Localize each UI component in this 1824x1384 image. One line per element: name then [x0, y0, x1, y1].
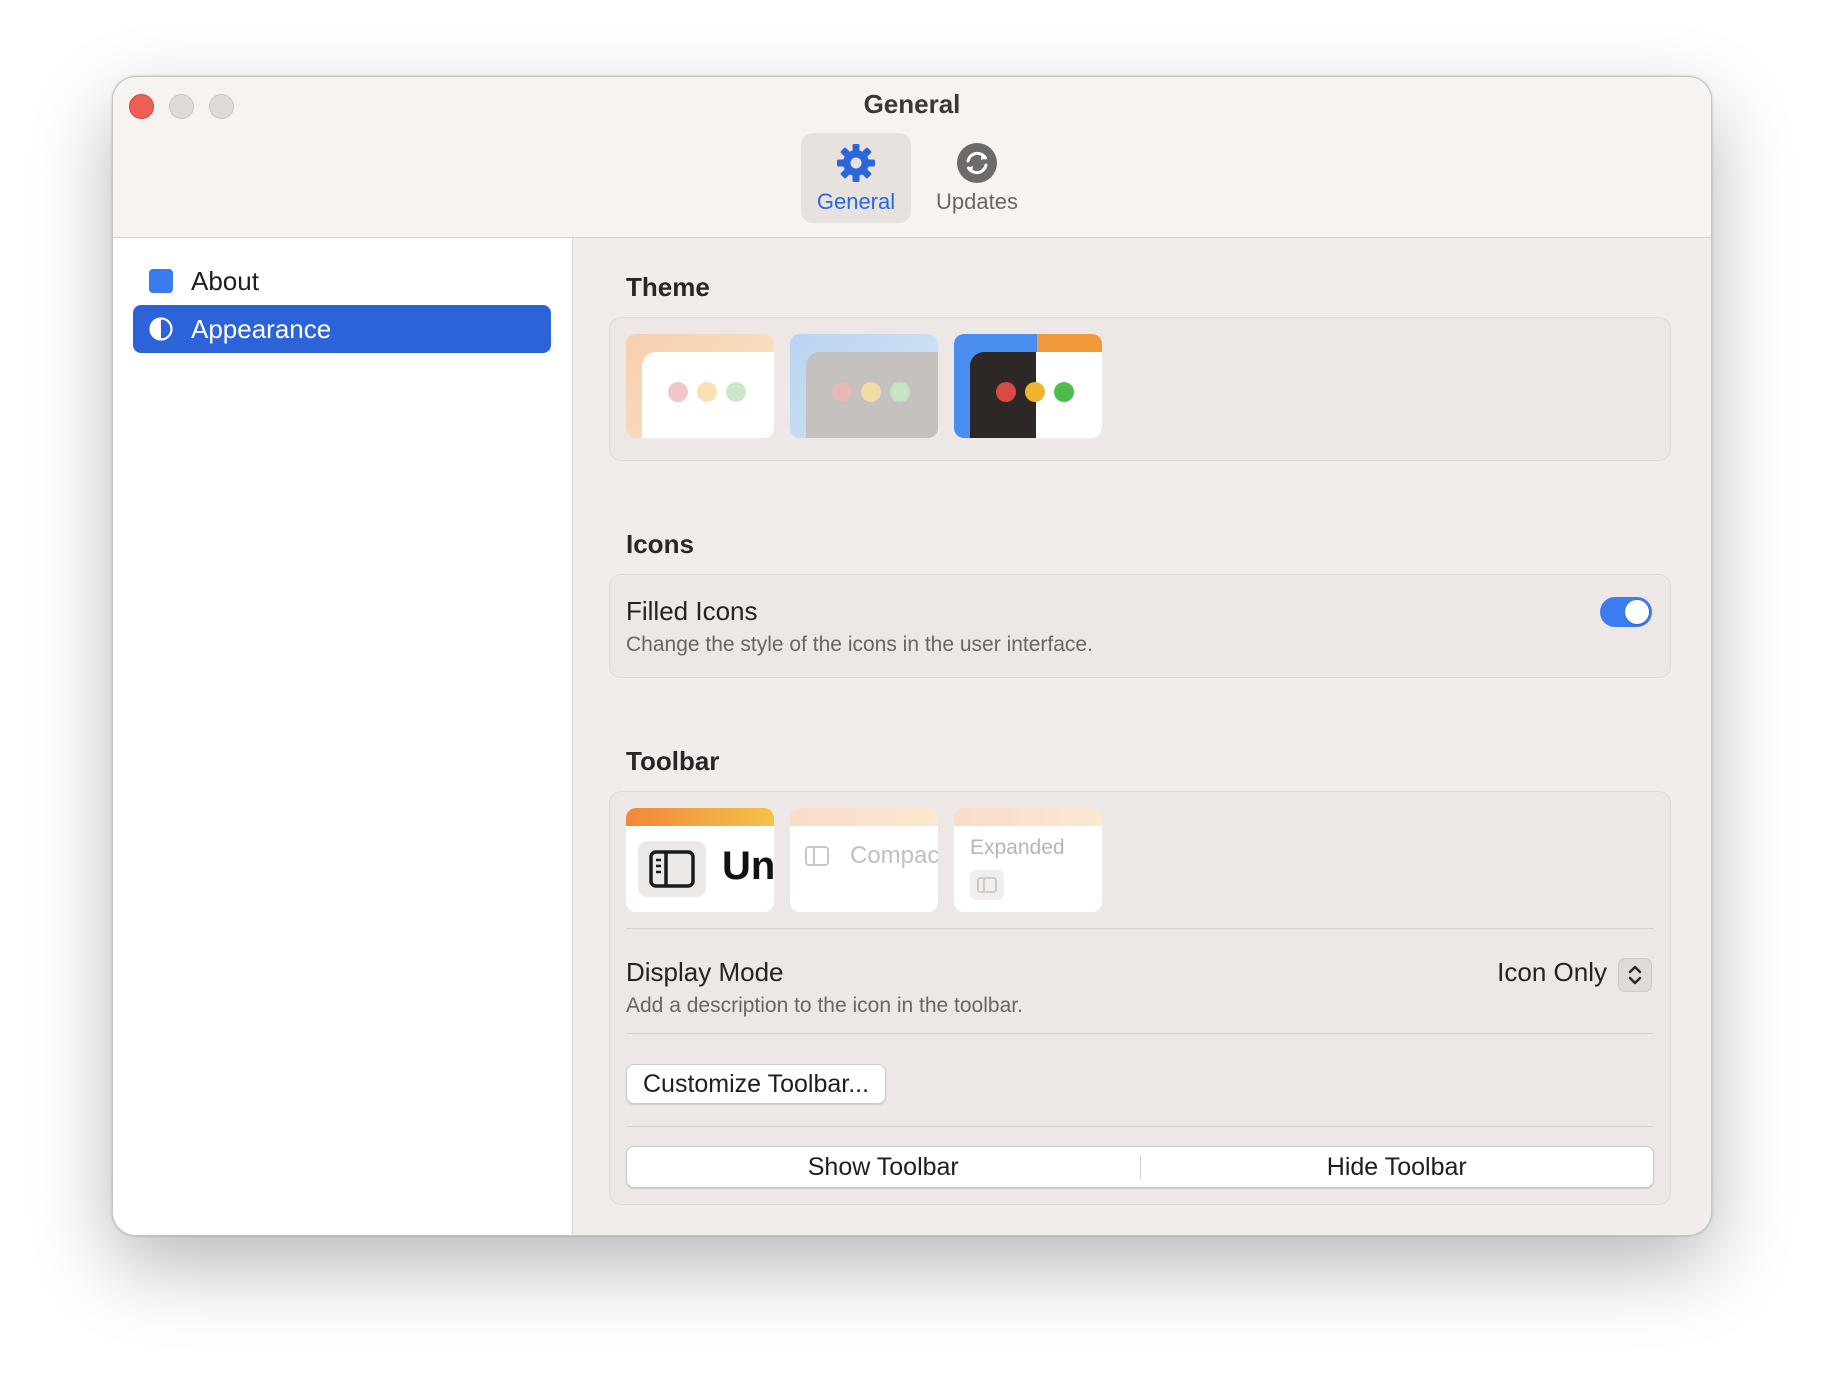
sidebar-icon	[805, 846, 829, 866]
title-bar: General General Updates	[113, 77, 1711, 238]
toolbar-style-label: Un	[722, 844, 774, 888]
hide-toolbar-button[interactable]: Hide Toolbar	[1141, 1153, 1654, 1182]
toolbar-style-expanded[interactable]: Expanded	[954, 808, 1102, 912]
minimize-dot	[1025, 382, 1045, 402]
show-toolbar-button[interactable]: Show Toolbar	[627, 1153, 1140, 1182]
tab-general-label: General	[816, 189, 896, 214]
sidebar: About Appearance	[113, 238, 573, 1235]
content-pane: Theme Icons Filled Icons Change the styl…	[574, 238, 1711, 1235]
toolbar-style-unified[interactable]: Un	[626, 808, 774, 912]
window-title: General	[863, 89, 961, 119]
settings-window: General General Updates About Appearance…	[112, 76, 1712, 1236]
tab-updates-label: Updates	[936, 189, 1018, 214]
icons-section-title: Icons	[626, 529, 694, 559]
window-preview	[642, 352, 774, 438]
filled-icons-description: Change the style of the icons in the use…	[626, 633, 1093, 656]
toolbar-style-header	[790, 808, 938, 826]
sidebar-item-label: Appearance	[191, 313, 332, 344]
sidebar-item-label: About	[191, 265, 259, 296]
toolbar-style-label: Compac	[850, 842, 938, 869]
toolbar-group: Un Compac Expanded Display Mode Add a de…	[609, 791, 1671, 1205]
toolbar-section-title: Toolbar	[626, 746, 720, 776]
zoom-dot	[1054, 382, 1074, 402]
divider	[626, 928, 1654, 929]
toolbar-style-compact[interactable]: Compac	[790, 808, 938, 912]
close-dot	[832, 382, 852, 402]
refresh-icon	[957, 143, 997, 183]
toolbar-visibility-segmented-control: Show Toolbar Hide Toolbar	[626, 1146, 1654, 1188]
toolbar-style-label: Expanded	[970, 836, 1065, 859]
theme-section-title: Theme	[626, 272, 710, 302]
sidebar-toggle-preview	[970, 870, 1004, 900]
toolbar-style-header	[954, 808, 1102, 826]
filled-icons-toggle[interactable]	[1600, 597, 1652, 627]
display-mode-title: Display Mode	[626, 957, 784, 987]
sidebar-toggle-preview	[638, 841, 706, 897]
close-dot	[668, 382, 688, 402]
icons-group: Filled Icons Change the style of the ico…	[609, 574, 1671, 678]
display-mode-stepper[interactable]	[1618, 958, 1652, 992]
dark-theme-option[interactable]	[954, 334, 1102, 438]
half-circle-icon	[149, 317, 173, 341]
sidebar-icon	[977, 877, 997, 893]
sidebar-icon	[649, 850, 695, 888]
gear-icon	[837, 144, 875, 182]
zoom-dot	[890, 382, 910, 402]
light-theme-option[interactable]	[626, 334, 774, 438]
display-mode-popup[interactable]: Icon Only	[1497, 957, 1607, 988]
divider	[626, 1126, 1654, 1127]
customize-toolbar-button[interactable]: Customize Toolbar...	[626, 1064, 887, 1104]
sidebar-item-about[interactable]: About	[133, 257, 551, 305]
toolbar-style-header	[626, 808, 774, 826]
close-dot	[996, 382, 1016, 402]
square-icon	[149, 269, 173, 293]
minimize-dot	[861, 382, 881, 402]
display-mode-description: Add a description to the icon in the too…	[626, 994, 1023, 1017]
toggle-knob	[1625, 600, 1649, 624]
divider	[626, 1033, 1654, 1034]
tab-updates[interactable]: Updates	[917, 133, 1037, 223]
sidebar-item-appearance[interactable]: Appearance	[133, 305, 551, 353]
chevron-up-down-icon	[1628, 965, 1642, 985]
gray-theme-option[interactable]	[790, 334, 938, 438]
window-preview	[806, 352, 938, 438]
minimize-dot	[697, 382, 717, 402]
theme-group	[609, 317, 1671, 461]
zoom-dot	[726, 382, 746, 402]
filled-icons-title: Filled Icons	[626, 596, 758, 626]
tab-general[interactable]: General	[801, 133, 911, 223]
